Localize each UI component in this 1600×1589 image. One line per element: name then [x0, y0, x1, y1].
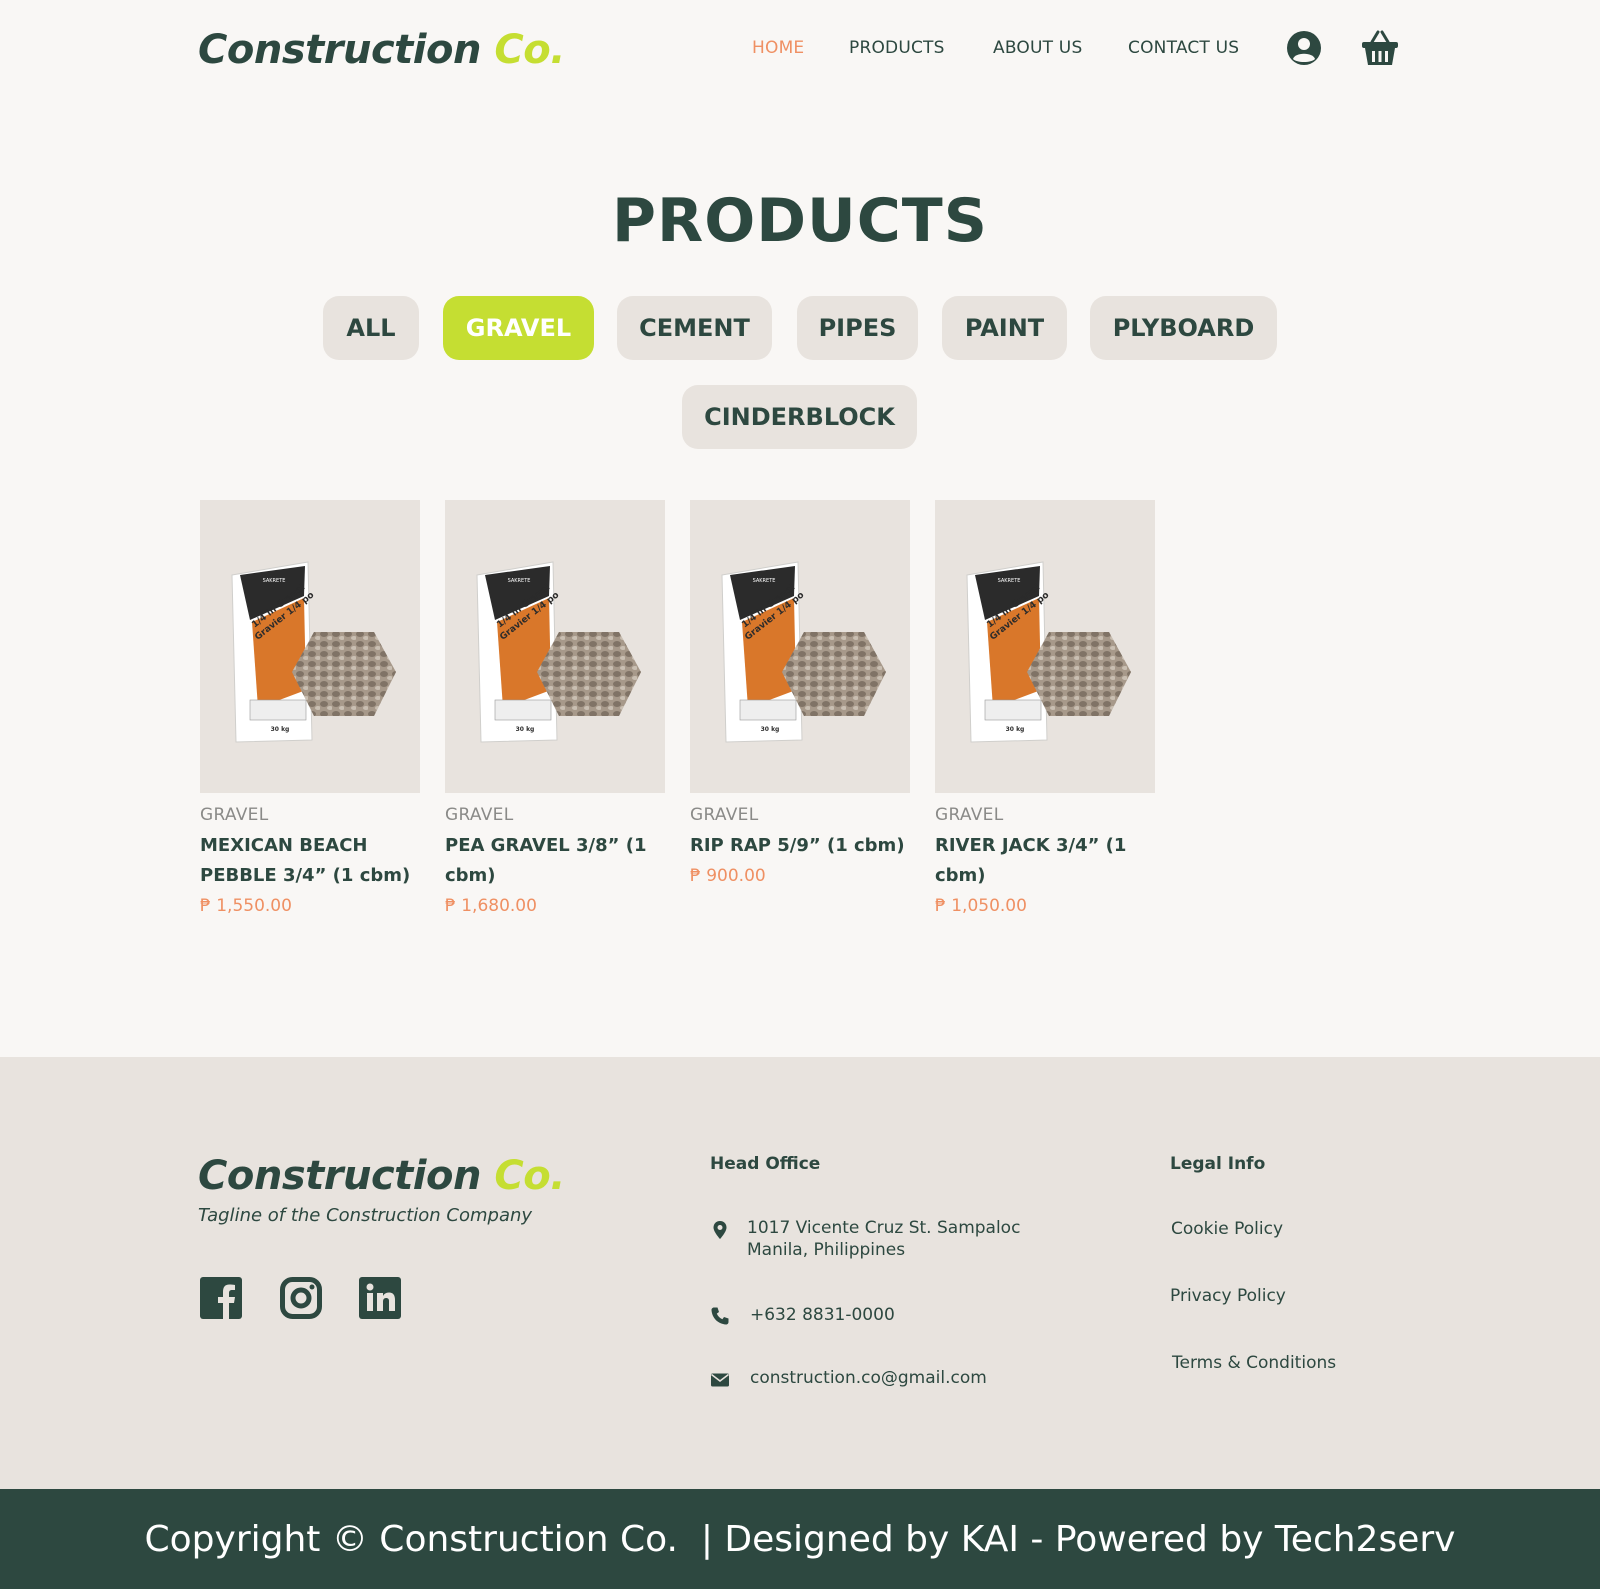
footer-tagline: Tagline of the Construction Company — [198, 1205, 533, 1226]
address-line-2: Manila, Philippines — [747, 1240, 906, 1260]
bag-brand: SAKRETE — [998, 578, 1021, 584]
bag-weight: 30 kg — [516, 726, 535, 733]
office-email[interactable]: construction.co@gmail.com — [750, 1367, 987, 1389]
head-office-heading: Head Office — [710, 1154, 821, 1174]
legal-info-heading: Legal Info — [1170, 1154, 1266, 1174]
product-name[interactable]: RIVER JACK 3/4” (1 cbm) — [935, 831, 1155, 891]
product-category: GRAVEL — [445, 805, 514, 825]
product-name[interactable]: RIP RAP 5/9” (1 cbm) — [690, 831, 910, 861]
filter-plyboard[interactable]: PLYBOARD — [1090, 296, 1277, 360]
nav-home[interactable]: HOME — [752, 38, 804, 58]
nav-contact-us[interactable]: CONTACT US — [1128, 38, 1239, 58]
product-price: ₱ 1,550.00 — [200, 896, 292, 916]
product-card[interactable]: 1/4 in Gravel Gravier 1/4 po SAKRETE 30 … — [200, 500, 420, 921]
product-name[interactable]: PEA GRAVEL 3/8” (1 cbm) — [445, 831, 665, 891]
product-image[interactable]: 1/4 in Gravel Gravier 1/4 po SAKRETE 30 … — [935, 500, 1155, 793]
privacy-policy-link[interactable]: Privacy Policy — [1170, 1286, 1286, 1306]
footer-logo[interactable]: Construction Co. — [198, 1153, 565, 1199]
linkedin-icon[interactable] — [359, 1277, 401, 1319]
product-category: GRAVEL — [200, 805, 269, 825]
address-line-1: 1017 Vicente Cruz St. Sampaloc — [747, 1218, 1021, 1238]
bag-brand: SAKRETE — [263, 578, 286, 584]
filter-cinderblock[interactable]: CINDERBLOCK — [682, 385, 917, 449]
user-icon[interactable] — [1287, 31, 1321, 65]
filter-paint[interactable]: PAINT — [942, 296, 1067, 360]
filter-all[interactable]: ALL — [323, 296, 419, 360]
office-address: 1017 Vicente Cruz St. Sampaloc Manila, P… — [747, 1217, 1020, 1261]
site-header: Construction Co. HOME PRODUCTS ABOUT US … — [0, 0, 1600, 100]
product-name[interactable]: MEXICAN BEACH PEBBLE 3/4” (1 cbm) — [200, 831, 420, 891]
location-pin-icon — [713, 1221, 727, 1239]
product-price: ₱ 1,680.00 — [445, 896, 537, 916]
product-category: GRAVEL — [690, 805, 759, 825]
logo-name: Construction — [198, 27, 481, 73]
bag-weight: 30 kg — [1006, 726, 1025, 733]
logo-accent: Co. — [494, 1153, 565, 1199]
cookie-policy-link[interactable]: Cookie Policy — [1171, 1219, 1283, 1239]
filter-cement[interactable]: CEMENT — [617, 296, 772, 360]
product-image[interactable]: 1/4 in Gravel Gravier 1/4 po SAKRETE 30 … — [445, 500, 665, 793]
product-category: GRAVEL — [935, 805, 1004, 825]
bag-weight: 30 kg — [761, 726, 780, 733]
product-price: ₱ 1,050.00 — [935, 896, 1027, 916]
product-image[interactable]: 1/4 in Gravel Gravier 1/4 po SAKRETE 30 … — [200, 500, 420, 793]
product-image[interactable]: 1/4 in Gravel Gravier 1/4 po SAKRETE 30 … — [690, 500, 910, 793]
email-icon — [711, 1373, 729, 1387]
phone-icon — [711, 1307, 729, 1325]
logo-name: Construction — [198, 1153, 481, 1199]
page-title: PRODUCTS — [612, 186, 988, 256]
bag-brand: SAKRETE — [508, 578, 531, 584]
copyright-bar: Copyright © Construction Co. | Designed … — [0, 1489, 1600, 1589]
site-logo[interactable]: Construction Co. — [198, 27, 565, 73]
office-phone[interactable]: +632 8831-0000 — [750, 1304, 895, 1326]
product-card[interactable]: 1/4 in Gravel Gravier 1/4 po SAKRETE 30 … — [935, 500, 1155, 921]
facebook-icon[interactable] — [200, 1277, 242, 1319]
product-price: ₱ 900.00 — [690, 866, 766, 886]
bag-weight: 30 kg — [271, 726, 290, 733]
product-card[interactable]: 1/4 in Gravel Gravier 1/4 po SAKRETE 30 … — [690, 500, 910, 891]
filter-gravel[interactable]: GRAVEL — [443, 296, 594, 360]
terms-conditions-link[interactable]: Terms & Conditions — [1172, 1353, 1336, 1373]
instagram-icon[interactable] — [280, 1277, 322, 1319]
logo-accent: Co. — [494, 27, 565, 73]
filter-pipes[interactable]: PIPES — [797, 296, 918, 360]
nav-products[interactable]: PRODUCTS — [849, 38, 945, 58]
site-footer: Construction Co. Tagline of the Construc… — [0, 1057, 1600, 1489]
product-card[interactable]: 1/4 in Gravel Gravier 1/4 po SAKRETE 30 … — [445, 500, 665, 921]
bag-brand: SAKRETE — [753, 578, 776, 584]
cart-icon[interactable] — [1361, 30, 1399, 66]
nav-about-us[interactable]: ABOUT US — [993, 38, 1082, 58]
